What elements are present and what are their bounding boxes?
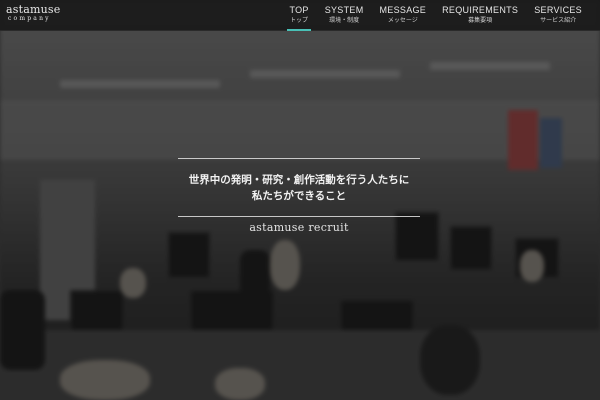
nav-label-jp: トップ xyxy=(290,17,309,24)
nav-item-system[interactable]: SYSTEM 環境・制度 xyxy=(317,5,372,30)
nav-item-top[interactable]: TOP トップ xyxy=(281,5,316,31)
nav-item-services[interactable]: SERVICES サービス紹介 xyxy=(526,5,590,30)
hero-section: 世界中の発明・研究・創作活動を行う人たちに 私たちができること astamuse… xyxy=(178,158,420,234)
nav-label-jp: サービス紹介 xyxy=(540,17,577,24)
divider-bottom xyxy=(178,216,420,217)
logo-subtitle: company xyxy=(8,15,51,22)
nav-label-en: REQUIREMENTS xyxy=(442,5,519,15)
nav-label-en: SERVICES xyxy=(534,5,582,15)
nav-label-en: MESSAGE xyxy=(379,5,427,15)
hero-subtitle: astamuse recruit xyxy=(249,221,349,234)
nav-label-jp: 環境・制度 xyxy=(329,17,360,24)
tagline-line-1: 世界中の発明・研究・創作活動を行う人たちに xyxy=(188,174,410,186)
company-logo[interactable]: astamuse company xyxy=(6,4,60,22)
nav-label-jp: 募集要項 xyxy=(468,17,493,24)
logo-wordmark: astamuse xyxy=(6,3,61,16)
nav-label-jp: メッセージ xyxy=(387,17,418,24)
nav-item-message[interactable]: MESSAGE メッセージ xyxy=(372,5,435,30)
hero-tagline: 世界中の発明・研究・創作活動を行う人たちに 私たちができること xyxy=(178,172,420,204)
nav-item-requirements[interactable]: REQUIREMENTS 募集要項 xyxy=(434,5,526,30)
main-nav: TOP トップ SYSTEM 環境・制度 MESSAGE メッセージ REQUI… xyxy=(281,5,590,31)
nav-label-en: SYSTEM xyxy=(324,5,364,15)
nav-label-en: TOP xyxy=(289,5,309,15)
site-header: astamuse company TOP トップ SYSTEM 環境・制度 ME… xyxy=(0,0,600,31)
tagline-line-2: 私たちができること xyxy=(251,190,347,202)
divider-top xyxy=(178,158,420,159)
